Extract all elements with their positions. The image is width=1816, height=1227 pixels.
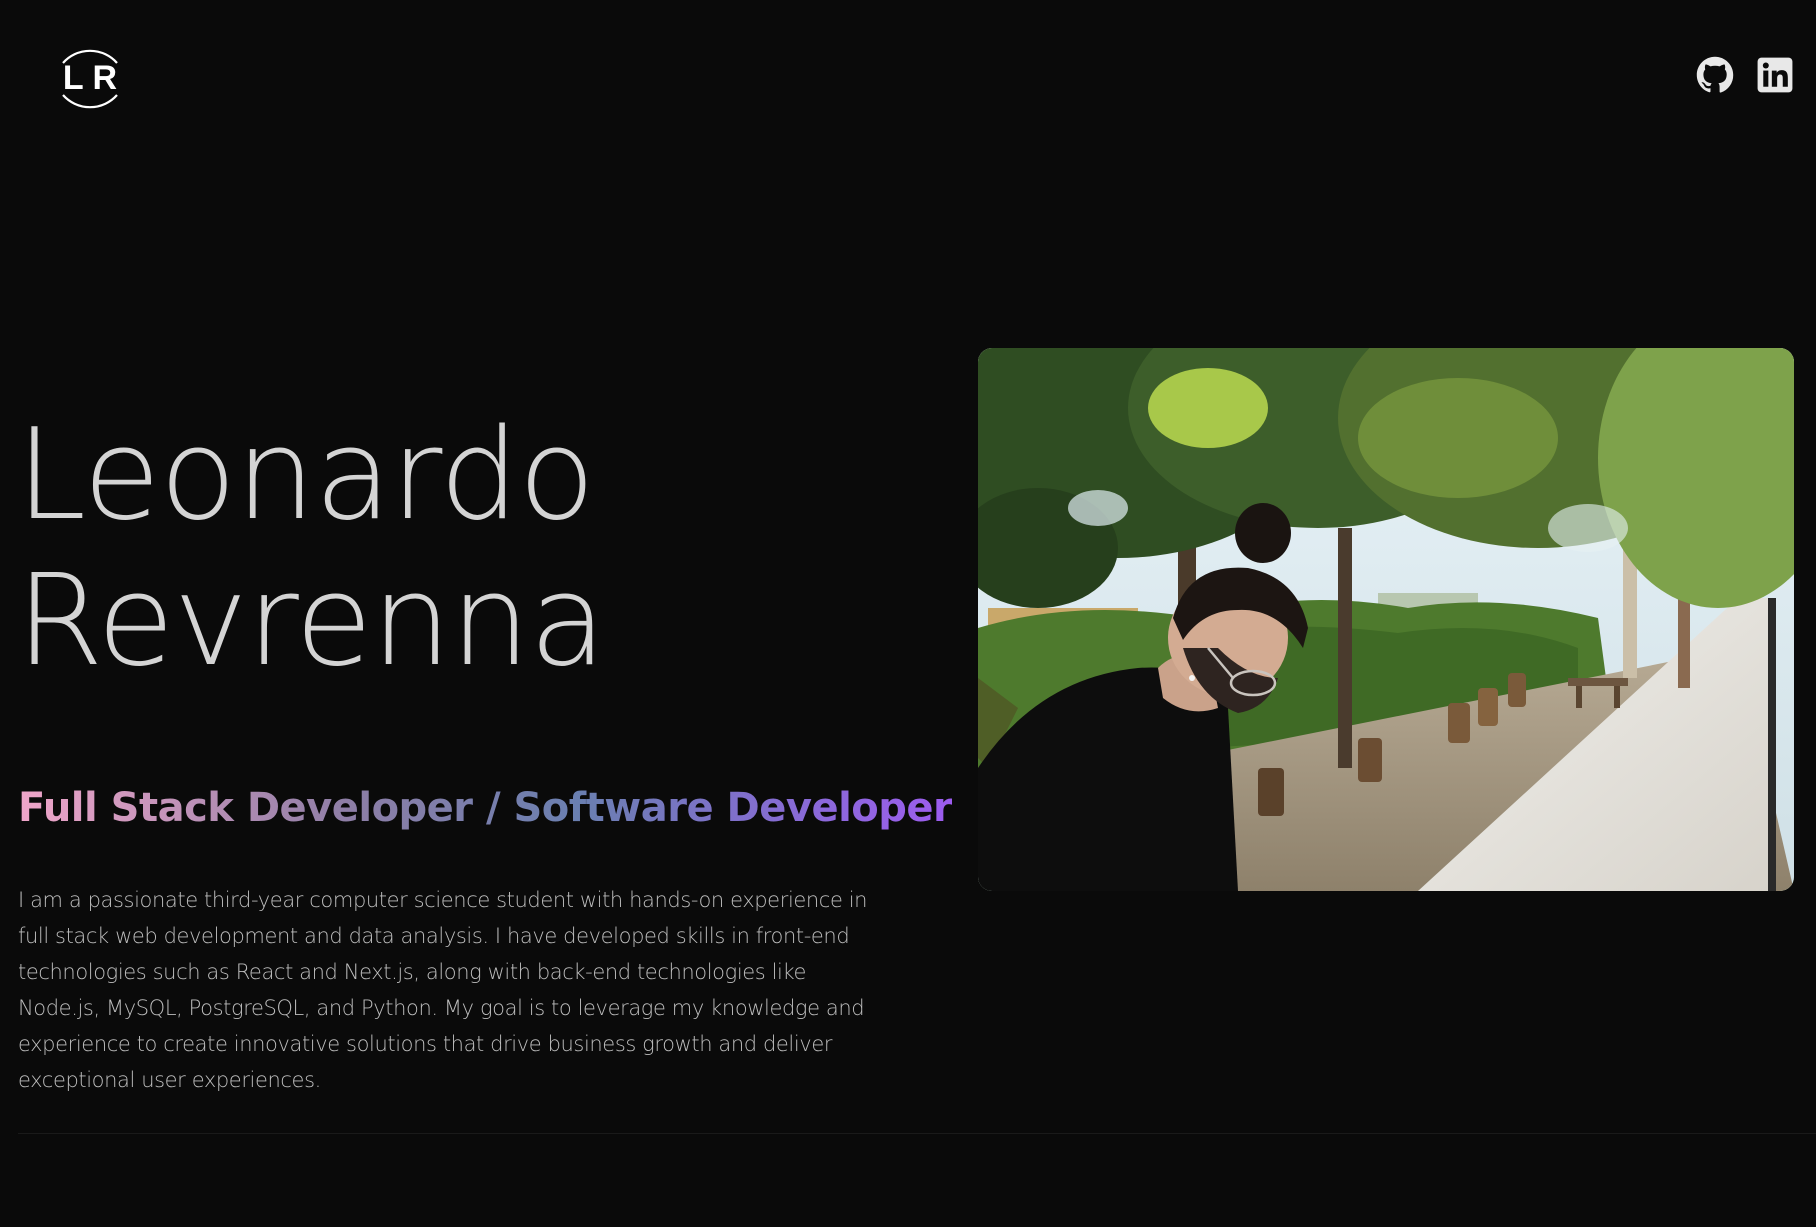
logo-text: L R [63, 59, 117, 97]
logo-icon: L R [62, 49, 118, 109]
last-name: Revrenna [16, 547, 606, 694]
linkedin-icon [1757, 57, 1793, 93]
portrait-image [978, 348, 1794, 891]
page: L R Leonardo Revrenna Full Stack Develop… [0, 0, 1816, 1227]
github-icon [1696, 56, 1734, 93]
hero-name: Leonardo Revrenna [16, 401, 606, 694]
logo-link[interactable]: L R [48, 37, 132, 121]
portrait-photo [978, 348, 1794, 891]
section-divider [18, 1133, 1816, 1134]
hero-role: Full Stack Developer / Software Develope… [18, 780, 953, 836]
first-name: Leonardo [16, 401, 595, 548]
hero-bio: I am a passionate third-year computer sc… [18, 888, 868, 1092]
social-links [1696, 56, 1794, 94]
github-link[interactable] [1696, 56, 1734, 94]
linkedin-link[interactable] [1756, 56, 1794, 94]
